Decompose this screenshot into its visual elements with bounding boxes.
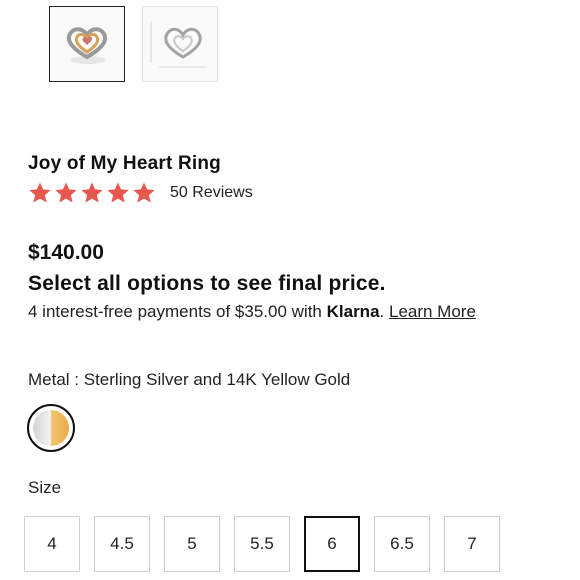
star-icon: [55, 182, 77, 203]
star-icon: [29, 182, 51, 203]
size-option-6[interactable]: 6: [304, 516, 360, 572]
size-option-5-5[interactable]: 5.5: [234, 516, 290, 572]
product-price: $140.00: [28, 241, 104, 264]
klarna-logo: Klarna: [326, 302, 380, 321]
ring-dimensions-image: [150, 21, 207, 68]
star-icon: [81, 182, 103, 203]
thumbnail-front[interactable]: [49, 6, 125, 82]
star-icon: [107, 182, 129, 203]
learn-more-link[interactable]: Learn More: [389, 302, 476, 321]
thumbnail-dimensions[interactable]: [142, 6, 218, 82]
price-note: Select all options to see final price.: [28, 272, 386, 295]
metal-option-label: Metal : Sterling Silver and 14K Yellow G…: [28, 370, 351, 389]
metal-swatch-color: [33, 410, 69, 446]
metal-swatch-silver-gold[interactable]: [27, 404, 75, 452]
size-option-6-5[interactable]: 6.5: [374, 516, 430, 572]
reviews-link[interactable]: 50 Reviews: [170, 184, 253, 202]
klarna-separator: .: [379, 302, 389, 321]
star-icon: [133, 182, 155, 203]
size-option-4[interactable]: 4: [24, 516, 80, 572]
rating-summary[interactable]: 50 Reviews: [28, 181, 253, 205]
star-rating: [28, 181, 156, 205]
product-title: Joy of My Heart Ring: [28, 153, 221, 174]
size-option-4-5[interactable]: 4.5: [94, 516, 150, 572]
klarna-financing: 4 interest-free payments of $35.00 with …: [28, 302, 476, 322]
klarna-text: 4 interest-free payments of $35.00 with: [28, 302, 327, 321]
size-option-label: Size: [28, 478, 62, 497]
size-option-5[interactable]: 5: [164, 516, 220, 572]
size-option-7[interactable]: 7: [444, 516, 500, 572]
ring-image: [67, 27, 107, 64]
